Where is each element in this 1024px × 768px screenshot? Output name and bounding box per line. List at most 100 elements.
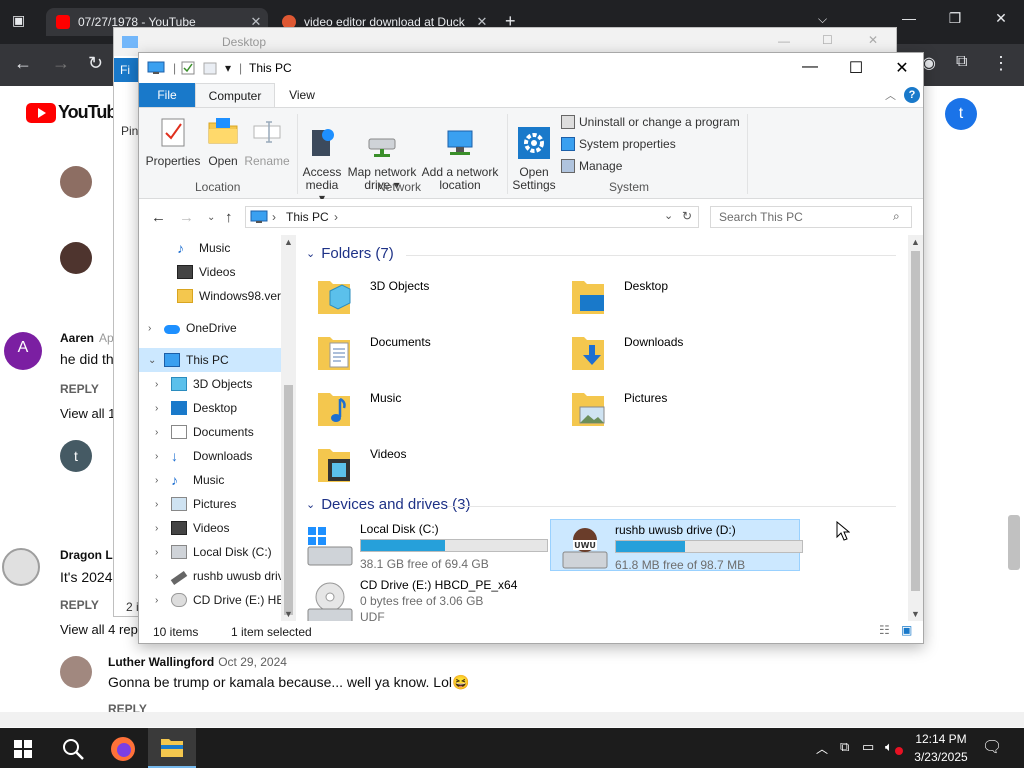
drive-cd-e[interactable]: CD Drive (E:) HBCD_PE_x64 0 bytes free o… — [296, 575, 546, 621]
nav-pane-scrollbar[interactable]: ▲ ▼ — [281, 235, 296, 621]
browser-minimize-button[interactable]: — — [886, 10, 932, 26]
nav-item-cd-drive[interactable]: › CD Drive (E:) HB — [139, 588, 296, 612]
clock-time[interactable]: 12:14 PM — [914, 732, 968, 746]
notifications-icon[interactable]: 🗨︎ — [982, 737, 1002, 757]
expand-chevron-icon[interactable]: › — [155, 475, 165, 486]
minimize-button[interactable]: — — [787, 58, 833, 76]
tray-app-icon[interactable]: ⧉ — [840, 739, 849, 755]
title-bar[interactable]: | ▾ | This PC — ☐ ✕ — [139, 53, 923, 83]
rename-button[interactable]: Rename — [243, 116, 291, 168]
background-minimize-button[interactable]: — — [778, 34, 790, 48]
folders-group-header[interactable]: ⌄ Folders (7) — [306, 245, 394, 262]
content-scrollbar[interactable]: ▲ ▼ — [908, 235, 923, 621]
expand-chevron-icon[interactable]: › — [155, 379, 165, 390]
nav-item-onedrive[interactable]: › OneDrive — [139, 316, 296, 340]
reply-button[interactable]: REPLY — [108, 702, 147, 712]
windows-start-icon[interactable] — [14, 740, 32, 758]
properties-quick-icon[interactable] — [181, 61, 195, 75]
back-icon[interactable]: ← — [151, 209, 166, 226]
nav-item-documents[interactable]: › Documents — [139, 420, 296, 444]
volume-muted-icon[interactable]: 🔈︎ — [885, 739, 893, 755]
background-close-button[interactable]: ✕ — [868, 33, 878, 47]
avatar[interactable]: A — [4, 332, 42, 370]
reload-icon[interactable]: ↻ — [88, 53, 103, 74]
view-replies-link[interactable]: View all 1 — [60, 406, 115, 421]
nav-item-music-quick[interactable]: ♪ Music — [139, 236, 296, 260]
breadcrumb-separator[interactable]: › — [272, 210, 276, 224]
avatar[interactable]: t — [60, 440, 92, 472]
youtube-logo[interactable]: YouTube — [26, 102, 126, 123]
folder-desktop[interactable]: Desktop — [550, 273, 790, 323]
nav-item-videos-quick[interactable]: Videos — [139, 260, 296, 284]
uninstall-program-button[interactable]: Uninstall or change a program — [561, 115, 740, 129]
scroll-up-icon[interactable]: ▲ — [911, 237, 920, 247]
account-avatar[interactable]: t — [945, 98, 977, 130]
folder-music[interactable]: Music — [296, 385, 536, 435]
scrollbar-thumb[interactable] — [911, 251, 920, 591]
recent-locations-icon[interactable]: ⌄ — [207, 212, 215, 223]
folder-documents[interactable]: Documents — [296, 329, 536, 379]
browser-close-button[interactable]: ✕ — [978, 10, 1024, 27]
reply-button[interactable]: REPLY — [60, 382, 99, 396]
large-icons-view-icon[interactable]: ▣ — [901, 623, 912, 637]
maximize-button[interactable]: ☐ — [833, 58, 879, 78]
tab-search-icon[interactable]: ⌵ — [818, 12, 827, 27]
comment-author[interactable]: Luther Wallingford Oct 29, 2024 — [108, 655, 287, 669]
clock-date[interactable]: 3/23/2025 — [910, 750, 972, 764]
address-input[interactable]: › This PC › ⌄ ↻ — [245, 206, 699, 228]
expand-chevron-icon[interactable]: › — [155, 451, 165, 462]
close-button[interactable]: ✕ — [879, 58, 925, 78]
address-dropdown-icon[interactable]: ⌄ — [664, 209, 673, 222]
expand-chevron-icon[interactable]: › — [155, 547, 165, 558]
firefox-icon[interactable] — [110, 736, 136, 762]
search-input[interactable]: Search This PC ⌕ — [710, 206, 912, 228]
tab-file[interactable]: File — [139, 83, 195, 107]
quick-access-dropdown-icon[interactable]: ▾ — [225, 61, 231, 75]
up-icon[interactable]: ↑ — [225, 209, 233, 226]
forward-icon[interactable]: → — [179, 209, 194, 226]
tab-view[interactable]: View — [287, 83, 317, 107]
page-scrollbar-thumb[interactable] — [1008, 515, 1020, 570]
help-icon[interactable]: ? — [904, 87, 920, 103]
page-horizontal-scrollbar[interactable] — [0, 712, 1024, 727]
collapse-ribbon-icon[interactable]: ︿ — [885, 87, 896, 103]
system-properties-button[interactable]: System properties — [561, 137, 676, 151]
nav-item-usb-drive[interactable]: › rushb uwusb driv — [139, 564, 296, 588]
comment-author[interactable]: Aaren — [60, 331, 94, 345]
folder-videos[interactable]: Videos — [296, 441, 536, 491]
nav-item-videos[interactable]: › Videos — [139, 516, 296, 540]
tab-computer[interactable]: Computer — [195, 83, 275, 108]
new-folder-quick-icon[interactable] — [203, 61, 217, 75]
nav-item-desktop[interactable]: › Desktop — [139, 396, 296, 420]
open-button[interactable]: Open — [203, 116, 243, 168]
devices-group-header[interactable]: ⌄ Devices and drives (3) — [306, 496, 470, 513]
properties-button[interactable]: Properties — [145, 116, 201, 168]
details-view-icon[interactable]: ☷ — [879, 623, 890, 637]
file-explorer-taskbar-button[interactable] — [148, 728, 196, 768]
refresh-icon[interactable]: ↻ — [682, 209, 692, 223]
collapse-chevron-icon[interactable]: ⌄ — [148, 355, 158, 366]
search-icon[interactable] — [62, 738, 84, 760]
expand-chevron-icon[interactable]: › — [155, 523, 165, 534]
expand-chevron-icon[interactable]: › — [155, 595, 165, 606]
nav-item-pictures[interactable]: › Pictures — [139, 492, 296, 516]
scroll-up-icon[interactable]: ▲ — [284, 237, 293, 247]
expand-chevron-icon[interactable]: › — [155, 403, 165, 414]
access-media-button[interactable]: Access media ▾ — [301, 114, 343, 205]
browser-restore-button[interactable]: ❐ — [932, 10, 978, 27]
avatar[interactable] — [2, 548, 40, 586]
folder-downloads[interactable]: Downloads — [550, 329, 790, 379]
nav-item-this-pc[interactable]: ⌄ This PC — [139, 348, 296, 372]
scroll-down-icon[interactable]: ▼ — [911, 609, 920, 619]
avatar[interactable] — [60, 242, 92, 274]
expand-chevron-icon[interactable]: › — [155, 499, 165, 510]
scroll-down-icon[interactable]: ▼ — [284, 609, 293, 619]
nav-item-3d-objects[interactable]: › 3D Objects — [139, 372, 296, 396]
forward-icon[interactable]: → — [52, 53, 70, 74]
collapse-chevron-icon[interactable]: ⌄ — [306, 498, 315, 511]
drive-local-disk-c[interactable]: Local Disk (C:) 38.1 GB free of 69.4 GB — [296, 519, 548, 571]
open-settings-button[interactable]: Open Settings — [511, 114, 557, 192]
extensions-icon[interactable]: ⧉ — [956, 53, 967, 71]
background-maximize-button[interactable]: ☐ — [822, 33, 833, 47]
collapse-chevron-icon[interactable]: ⌄ — [306, 247, 315, 260]
